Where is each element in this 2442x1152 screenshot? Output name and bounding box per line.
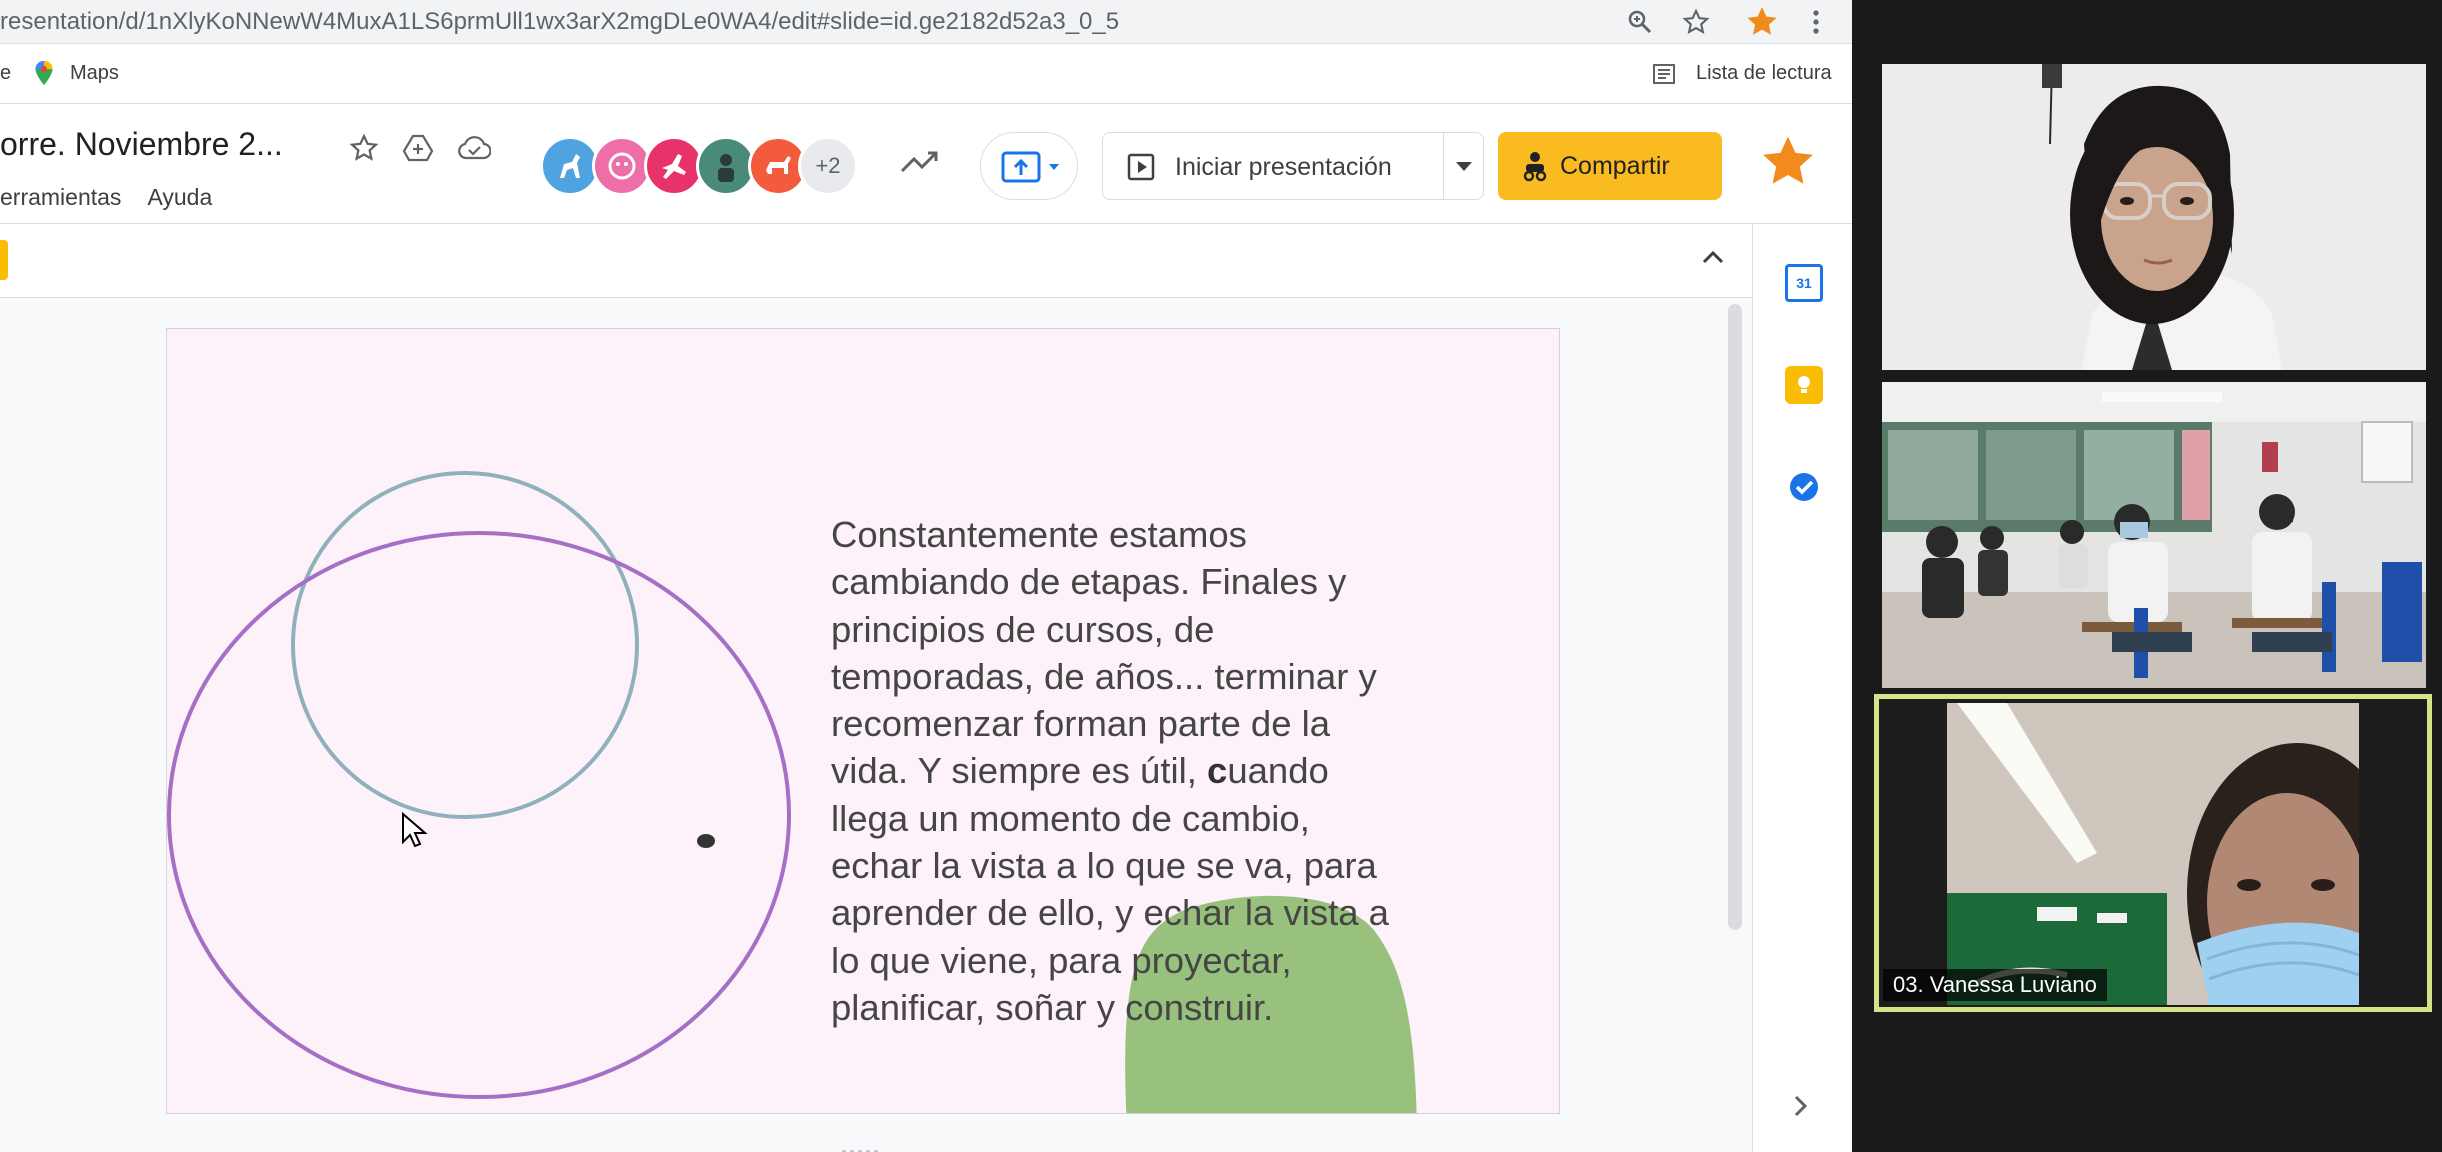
bookmark-item-fragment[interactable]: e (0, 62, 11, 85)
bookmark-star-icon[interactable] (1678, 4, 1714, 40)
participant-video-1 (1882, 64, 2426, 370)
slide-body-text[interactable]: Constantemente estamos cambiando de etap… (831, 511, 1471, 1031)
slide-line: cambiando de etapas. Finales y (831, 561, 1347, 603)
start-presentation-label: Iniciar presentación (1175, 153, 1392, 181)
video-tile-3-active[interactable]: 03. Vanessa Luviano (1874, 694, 2432, 1012)
teal-circle-shape (291, 471, 639, 819)
bookmarks-bar: e Maps Lista de lectura (0, 44, 1852, 104)
side-panel: 31 (1752, 224, 1852, 1152)
present-to-meeting-icon (1001, 151, 1059, 183)
slide-line: planificar, soñar y construir. (831, 986, 1274, 1028)
collapse-toolbar-icon[interactable] (1702, 250, 1724, 264)
slide-bold-char: c (1207, 750, 1228, 792)
menu-item-tools[interactable]: erramientas (0, 184, 121, 210)
cloud-status-icon[interactable] (452, 126, 496, 170)
calendar-day: 31 (1796, 275, 1812, 291)
collaborator-avatar-1[interactable] (540, 136, 600, 196)
extension-star-large-icon[interactable] (1758, 132, 1818, 192)
slide-line-part: vida. Y siempre es útil, (831, 750, 1207, 792)
slides-toolbar (0, 224, 1752, 298)
bookmark-maps[interactable]: Maps (70, 62, 119, 85)
star-document-icon[interactable] (342, 126, 386, 170)
document-title[interactable]: orre. Noviembre 2... (0, 126, 283, 163)
menu-item-help[interactable]: Ayuda (147, 184, 212, 210)
share-label: Compartir (1560, 152, 1670, 180)
collaborator-avatar-2[interactable] (592, 136, 652, 196)
slide-line: temporadas, de años... terminar y (831, 655, 1377, 697)
share-button[interactable]: Compartir (1498, 132, 1722, 200)
slide-line: recomenzar forman parte de la (831, 703, 1331, 745)
present-divider (1443, 133, 1444, 199)
meeting-present-button[interactable] (980, 132, 1078, 200)
slide-line: principios de cursos, de (831, 608, 1215, 650)
menu-bar: erramientas Ayuda (0, 184, 238, 211)
slide-line: llega un momento de cambio, (831, 797, 1310, 839)
maps-icon[interactable] (32, 60, 56, 91)
collaborators-more-count[interactable]: +2 (798, 136, 858, 196)
url-text[interactable]: resentation/d/1nXlyKoNNewW4MuxA1LS6prmUl… (0, 8, 1119, 36)
chevron-down-icon[interactable] (1455, 161, 1473, 173)
collaborator-avatar-4[interactable] (696, 136, 756, 196)
slide-line: echar la vista a lo que se va, para (831, 845, 1377, 887)
address-bar[interactable]: resentation/d/1nXlyKoNNewW4MuxA1LS6prmUl… (0, 0, 1852, 44)
collaborator-avatar-3[interactable] (644, 136, 704, 196)
participant-video-2 (1882, 382, 2426, 688)
extension-star-icon[interactable] (1744, 4, 1780, 40)
slides-header: orre. Noviembre 2... +2 Iniciar presenta… (0, 104, 1852, 224)
workspace-scrollbar[interactable] (1728, 304, 1742, 930)
tasks-icon[interactable] (1785, 468, 1823, 506)
chevron-right-icon[interactable] (1793, 1094, 1809, 1118)
browser-window: resentation/d/1nXlyKoNNewW4MuxA1LS6prmUl… (0, 0, 1852, 1152)
slide-line: lo que viene, para proyectar, (831, 939, 1292, 981)
bookmark-reading-list[interactable]: Lista de lectura (1696, 62, 1832, 85)
keep-icon[interactable] (1785, 366, 1823, 404)
video-tile-1[interactable] (1882, 64, 2426, 370)
start-presentation-button[interactable]: Iniciar presentación (1102, 132, 1484, 200)
slide-canvas[interactable]: Constantemente estamos cambiando de etap… (166, 328, 1560, 1114)
zoom-icon[interactable] (1622, 4, 1658, 40)
move-to-drive-icon[interactable] (396, 126, 440, 170)
slide-line-part: uando (1227, 750, 1329, 792)
reading-list-icon[interactable] (1652, 62, 1676, 86)
dot-shape (697, 834, 715, 848)
activity-trend-icon[interactable] (898, 140, 942, 184)
browser-menu-icon[interactable] (1798, 4, 1834, 40)
participant-name-tag: 03. Vanessa Luviano (1883, 969, 2107, 1001)
toolbar-mode-chip[interactable] (0, 240, 8, 280)
video-gallery: 03. Vanessa Luviano (1852, 0, 2442, 1152)
video-tile-2[interactable] (1882, 382, 2426, 688)
slide-line: aprender de ello, y echar la vista a (831, 892, 1389, 934)
filmstrip-drag-handle[interactable] (840, 1142, 880, 1152)
share-lock-icon (1523, 152, 1547, 182)
mouse-cursor-icon (402, 812, 427, 848)
slide-line: Constantemente estamos (831, 514, 1247, 555)
calendar-icon[interactable]: 31 (1785, 264, 1823, 302)
play-icon (1127, 153, 1155, 181)
slide-line: vida. Y siempre es útil, cuando (831, 747, 1471, 794)
participant-video-3 (1947, 703, 2359, 1005)
